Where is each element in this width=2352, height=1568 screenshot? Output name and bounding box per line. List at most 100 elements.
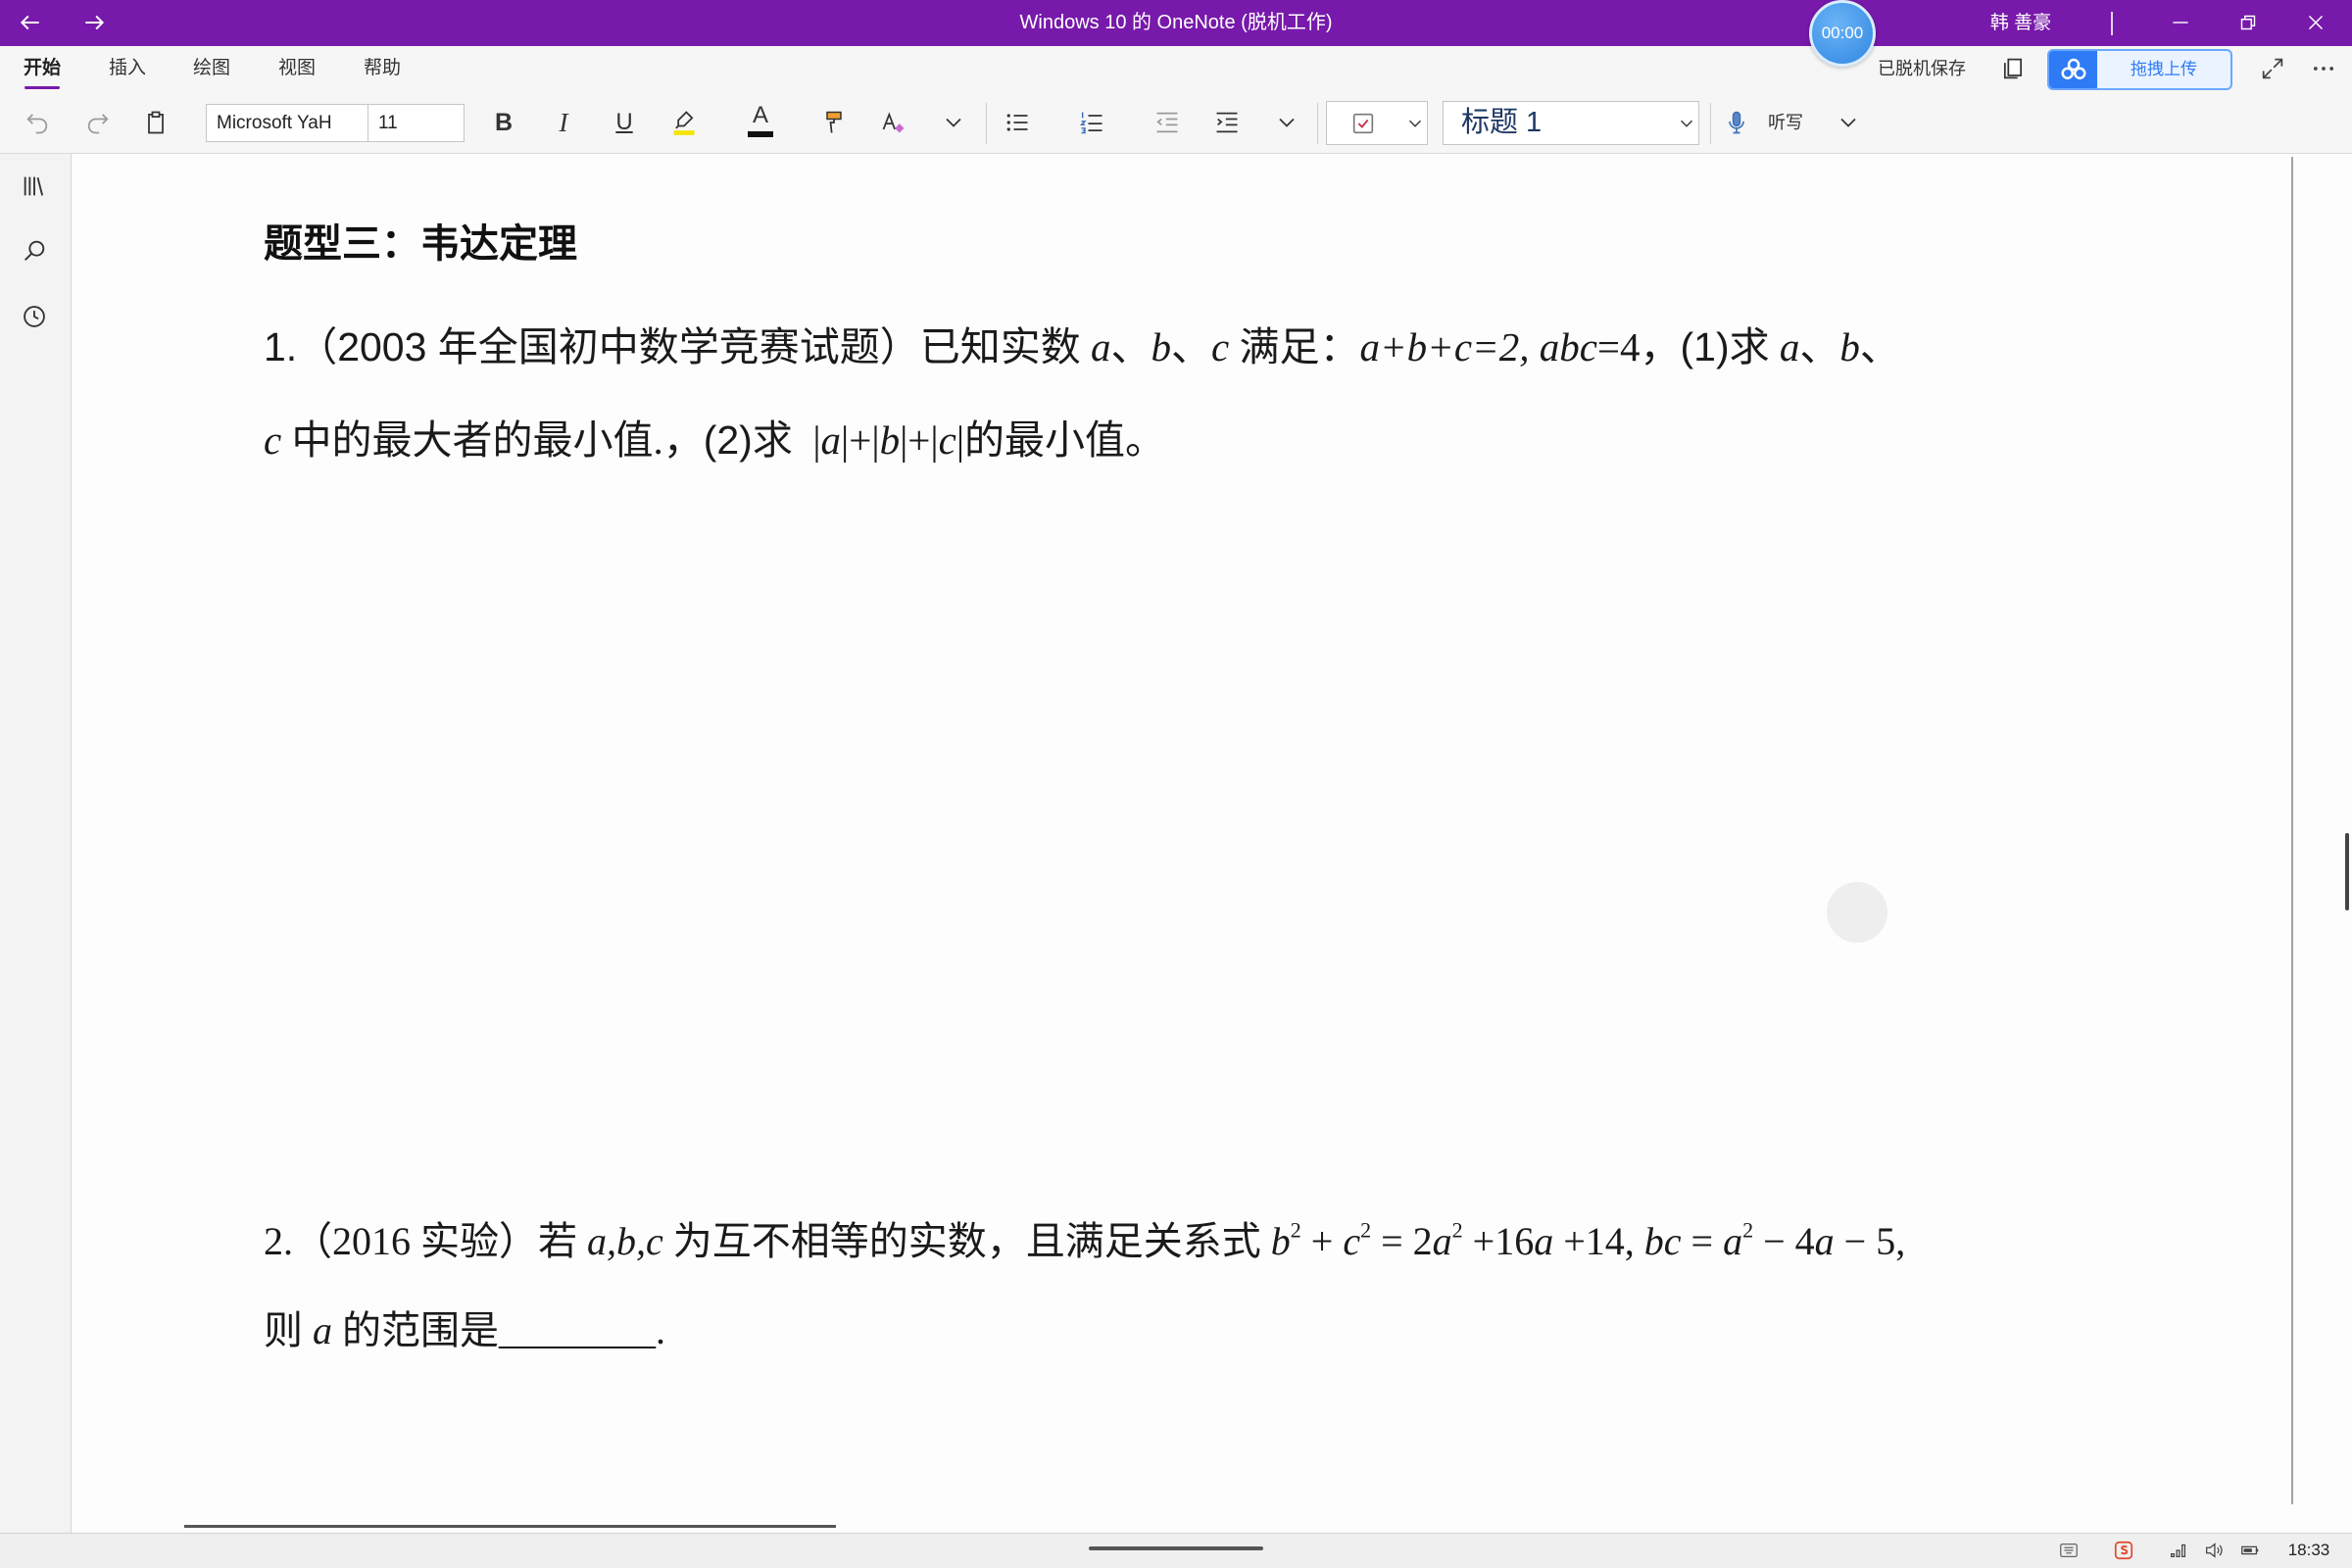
close-icon bbox=[2308, 15, 2324, 30]
font-family-input[interactable]: Microsoft YaH bbox=[206, 104, 368, 142]
dictate-more-dropdown[interactable] bbox=[1832, 106, 1865, 139]
recent-icon bbox=[24, 306, 45, 327]
highlighter-icon bbox=[673, 111, 695, 135]
style-dropdown[interactable]: 标题 1 bbox=[1443, 101, 1699, 145]
math-variable: b bbox=[879, 417, 901, 463]
navigation-pane bbox=[0, 154, 72, 1533]
tab-help[interactable]: 帮助 bbox=[363, 57, 402, 80]
expand-button[interactable] bbox=[2256, 52, 2289, 85]
answer-blank: ________ bbox=[499, 1308, 656, 1352]
font-color-button[interactable]: A bbox=[744, 102, 777, 143]
numbering-button[interactable] bbox=[1075, 106, 1108, 139]
sogou-button[interactable] bbox=[2111, 1538, 2136, 1563]
bold-button[interactable]: B bbox=[487, 106, 520, 139]
undo-icon bbox=[26, 114, 48, 134]
baidu-cloud-icon bbox=[2061, 58, 2085, 79]
font-more-dropdown[interactable] bbox=[937, 106, 970, 139]
math-variable: a bbox=[820, 417, 842, 463]
italic-button[interactable]: I bbox=[547, 106, 580, 139]
font-size-input[interactable]: 11 bbox=[368, 104, 465, 142]
underline-button[interactable]: U bbox=[608, 106, 641, 139]
dictate-label[interactable]: 听写 bbox=[1764, 111, 1807, 134]
chevron-down-icon bbox=[1840, 118, 1856, 127]
bullets-button[interactable] bbox=[1001, 106, 1034, 139]
text-run: 中的最大者的最小值.， bbox=[281, 417, 704, 463]
input-method-icon bbox=[2060, 1543, 2078, 1558]
recent-notes-button[interactable] bbox=[18, 300, 51, 333]
title-separator bbox=[2111, 12, 2113, 35]
touch-indicator bbox=[1827, 882, 1887, 943]
text-run: 则 bbox=[264, 1308, 313, 1352]
format-painter-button[interactable] bbox=[817, 106, 851, 139]
clear-formatting-icon bbox=[882, 112, 905, 133]
search-button[interactable] bbox=[18, 234, 51, 268]
math-symbol: |+| bbox=[841, 417, 880, 463]
text-run: 、 bbox=[1110, 324, 1152, 369]
tab-draw[interactable]: 绘图 bbox=[192, 57, 231, 80]
math-symbol: |+| bbox=[900, 417, 939, 463]
highlighter-button[interactable] bbox=[667, 106, 701, 139]
math-symbol: = bbox=[1681, 1219, 1724, 1263]
text-run: . bbox=[656, 1308, 665, 1352]
battery-button[interactable] bbox=[2237, 1538, 2263, 1563]
clear-formatting-button[interactable] bbox=[877, 106, 910, 139]
math-symbol: − 5, bbox=[1834, 1219, 1906, 1263]
tab-view[interactable]: 视图 bbox=[277, 57, 317, 80]
volume-icon bbox=[2206, 1543, 2223, 1558]
recording-timer[interactable]: 00:00 bbox=[1809, 0, 1876, 67]
notebooks-button[interactable] bbox=[18, 170, 51, 203]
problem-2-line-2[interactable]: 则 a 的范围是________. bbox=[264, 1303, 665, 1358]
close-button[interactable] bbox=[2301, 8, 2330, 37]
gesture-handle[interactable] bbox=[1089, 1546, 1263, 1550]
upload-button[interactable]: 拖拽上传 bbox=[2047, 49, 2232, 90]
user-name[interactable]: 韩 善豪 bbox=[1972, 0, 2070, 46]
paragraph-more-dropdown[interactable] bbox=[1270, 106, 1303, 139]
text-run: 、 bbox=[1171, 324, 1212, 369]
math-variable: a bbox=[1432, 1219, 1452, 1263]
restore-button[interactable] bbox=[2233, 8, 2263, 37]
text-run: 求 bbox=[752, 417, 813, 463]
math-variable: c bbox=[938, 417, 956, 463]
more-icon bbox=[2313, 67, 2334, 71]
problem-1-line-1[interactable]: 1.（2003 年全国初中数学竞赛试题）已知实数 a、b、c 满足：a+b+c=… bbox=[264, 319, 1900, 374]
math-variable: a bbox=[1091, 324, 1111, 369]
minimize-icon bbox=[2173, 22, 2188, 24]
volume-button[interactable] bbox=[2201, 1538, 2227, 1563]
math-variable: a bbox=[1534, 1219, 1554, 1263]
notebooks-icon bbox=[24, 176, 44, 196]
redo-button[interactable] bbox=[81, 106, 115, 139]
input-method-button[interactable] bbox=[2056, 1538, 2082, 1563]
network-button[interactable] bbox=[2166, 1538, 2191, 1563]
tab-home[interactable]: 开始 bbox=[23, 57, 62, 80]
math-symbol: − 4 bbox=[1753, 1219, 1815, 1263]
problem-2-line-1[interactable]: 2.（2016 实验）若 a,b,c 为互不相等的实数，且满足关系式 b2 + … bbox=[264, 1214, 1905, 1269]
page-heading[interactable]: 题型三：韦达定理 bbox=[264, 218, 577, 270]
taskbar bbox=[0, 1533, 2352, 1568]
increase-indent-icon bbox=[1216, 112, 1238, 133]
tab-insert[interactable]: 插入 bbox=[108, 57, 147, 80]
dictate-button[interactable] bbox=[1720, 106, 1753, 139]
problem-1-line-2[interactable]: c 中的最大者的最小值.，(2)求 |a|+|b|+|c|的最小值。 bbox=[264, 413, 1165, 467]
text-run: 的最小值。 bbox=[964, 417, 1166, 463]
expand-icon bbox=[2262, 58, 2283, 79]
undo-button[interactable] bbox=[21, 106, 54, 139]
system-clock[interactable]: 18:33 bbox=[2279, 1533, 2338, 1568]
chevron-down-icon bbox=[1681, 120, 1692, 127]
more-options-button[interactable] bbox=[2307, 52, 2340, 85]
exponent: 2 bbox=[1290, 1217, 1301, 1243]
text-run: 年全国初中数学竞赛试题）已知实数 bbox=[437, 324, 1092, 369]
restore-icon bbox=[2240, 15, 2256, 30]
chevron-down-icon bbox=[946, 118, 961, 127]
baidu-cloud-icon bbox=[2049, 51, 2097, 88]
paste-button[interactable] bbox=[139, 106, 172, 139]
vertical-scrollbar[interactable] bbox=[2345, 833, 2349, 910]
decrease-indent-button[interactable] bbox=[1151, 106, 1184, 139]
increase-indent-button[interactable] bbox=[1210, 106, 1244, 139]
math-variable: a bbox=[313, 1308, 332, 1352]
horizontal-scrollbar[interactable] bbox=[184, 1525, 836, 1528]
exponent: 2 bbox=[1360, 1217, 1372, 1243]
minimize-button[interactable] bbox=[2166, 8, 2195, 37]
math-symbol: +16 bbox=[1462, 1219, 1535, 1263]
sheet-icon[interactable] bbox=[1996, 52, 2030, 85]
tag-dropdown[interactable] bbox=[1326, 101, 1428, 145]
